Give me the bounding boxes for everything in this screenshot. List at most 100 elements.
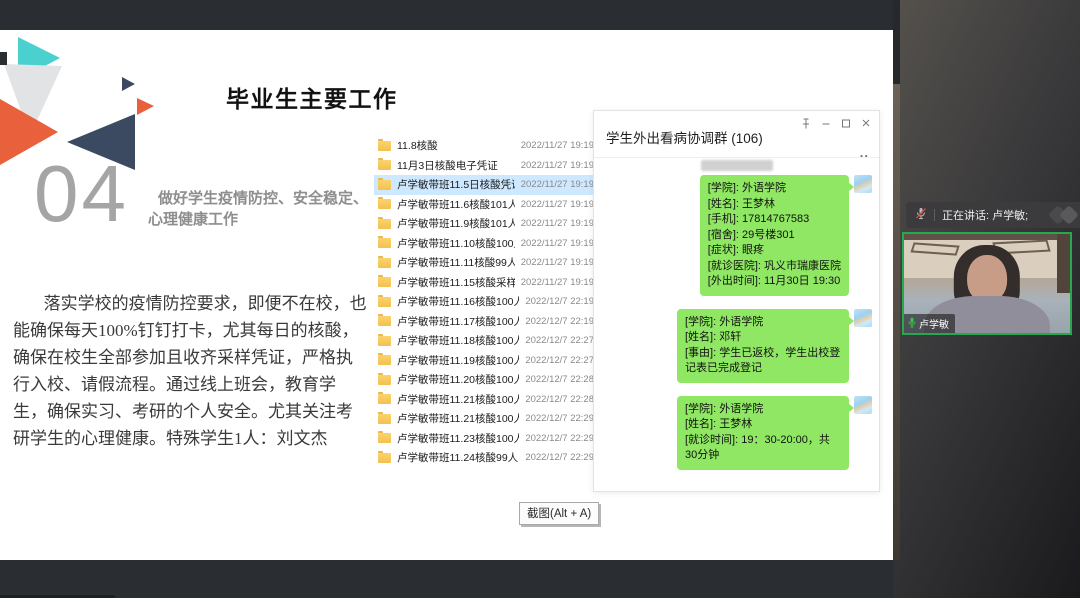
avatar[interactable] <box>854 396 872 414</box>
file-name: 卢学敏带班11.21核酸100人 <box>397 392 519 407</box>
speaking-label: 正在讲话: 卢学敏; <box>942 207 1028 223</box>
file-name: 卢学敏带班11.23核酸100人 <box>397 431 519 446</box>
file-name: 卢学敏带班11.15核酸采样图 <box>397 275 515 290</box>
sidebar-notch <box>893 0 900 84</box>
folder-icon <box>378 277 391 287</box>
file-row[interactable]: 卢学敏带班11.21核酸100人2022/12/7 22:28 <box>374 390 597 410</box>
pin-icon[interactable] <box>801 118 811 129</box>
file-row[interactable]: 卢学敏带班11.19核酸100人 2022/12/7 22:27 <box>374 351 597 371</box>
file-row[interactable]: 卢学敏带班11.5日核酸凭证101人 2022/11/27 19:19 <box>374 175 597 195</box>
file-list: 11.8核酸2022/11/27 19:1911月3日核酸电子凭证2022/11… <box>374 136 597 468</box>
file-name: 卢学敏带班11.21核酸100人 - 副本 (3) <box>397 411 519 426</box>
meeting-sidebar: 正在讲话: 卢学敏; 卢学敏 <box>893 0 1080 598</box>
close-icon[interactable] <box>861 118 871 129</box>
folder-icon <box>378 414 391 424</box>
file-row[interactable]: 11月3日核酸电子凭证2022/11/27 19:19 <box>374 156 597 176</box>
file-date: 2022/11/27 19:19 <box>521 140 594 151</box>
file-row[interactable]: 11.8核酸2022/11/27 19:19 <box>374 136 597 156</box>
folder-icon <box>378 238 391 248</box>
chat-bubble[interactable]: [学院]: 外语学院[姓名]: 邓轩[事由]: 学生已返校，学生出校登记表已完成… <box>677 309 849 383</box>
section-title-line2: 心理健康工作 <box>148 209 398 230</box>
participant-name: 卢学敏 <box>919 316 949 331</box>
file-name: 卢学敏带班11.19核酸100人 <box>397 353 519 368</box>
file-row[interactable]: 卢学敏带班11.23核酸100人 2022/12/7 22:29 <box>374 429 597 449</box>
file-row[interactable]: 卢学敏带班11.16核酸100人 2022/12/7 22:19 <box>374 292 597 312</box>
file-name: 卢学敏带班11.6核酸101人 <box>397 197 515 212</box>
file-row[interactable]: 卢学敏带班11.20核酸100人 - 2022/12/7 22:28 <box>374 370 597 390</box>
folder-icon <box>378 160 391 170</box>
redacted-notice <box>701 160 773 171</box>
screenshot-button[interactable]: 截图(Alt + A) <box>519 502 599 525</box>
file-date: 2022/12/7 22:27 <box>525 355 594 366</box>
file-name: 卢学敏带班11.10核酸100人 <box>397 236 515 251</box>
chat-bubble[interactable]: [学院]: 外语学院[姓名]: 王梦林[手机]: 17814767583[宿舍]… <box>700 175 849 296</box>
file-date: 2022/11/27 19:19 <box>521 277 594 288</box>
folder-icon <box>378 199 391 209</box>
file-date: 2022/12/7 22:27 <box>525 335 594 346</box>
mic-muted-icon <box>915 207 927 223</box>
file-date: 2022/12/7 22:29 <box>525 413 594 424</box>
file-row[interactable]: 卢学敏带班11.10核酸100人 2022/11/27 19:19 <box>374 234 597 254</box>
slide-title: 毕业生主要工作 <box>226 80 398 114</box>
file-row[interactable]: 卢学敏带班11.11核酸99人、1人校外 2022/11/27 19:19 <box>374 253 597 273</box>
file-name: 卢学敏带班11.18核酸100人 <box>397 333 519 348</box>
folder-icon <box>378 219 391 229</box>
sidebar-edge-strip <box>893 84 900 560</box>
folder-icon <box>378 355 391 365</box>
chat-message: [学院]: 外语学院[姓名]: 王梦林[手机]: 17814767583[宿舍]… <box>700 175 872 296</box>
participant-name-tag: 卢学敏 <box>904 314 955 333</box>
folder-icon <box>378 453 391 463</box>
avatar[interactable] <box>854 175 872 193</box>
maximize-icon[interactable] <box>841 118 851 129</box>
chat-window-controls <box>801 118 871 129</box>
room-pillar <box>1057 234 1070 293</box>
file-date: 2022/12/7 22:19 <box>525 296 594 307</box>
file-name: 卢学敏带班11.24核酸99人 <box>397 450 519 465</box>
divider <box>934 209 935 221</box>
file-date: 2022/12/7 22:28 <box>525 374 594 385</box>
folder-icon <box>378 394 391 404</box>
file-row[interactable]: 卢学敏带班11.9核酸101人 2022/11/27 19:19 <box>374 214 597 234</box>
file-date: 2022/12/7 22:29 <box>525 433 594 444</box>
folder-icon <box>378 180 391 190</box>
file-row[interactable]: 卢学敏带班11.6核酸101人2022/11/27 19:19 <box>374 195 597 215</box>
chat-message: [学院]: 外语学院[姓名]: 王梦林[就诊时间]: 19：30-20:00，共… <box>677 396 872 470</box>
folder-icon <box>378 336 391 346</box>
folder-icon <box>378 141 391 151</box>
file-name: 卢学敏带班11.9核酸101人 <box>397 216 515 231</box>
section-title: 做好学生疫情防控、安全稳定、 心理健康工作 <box>148 188 398 230</box>
speaking-status-bar: 正在讲话: 卢学敏; <box>906 202 1080 228</box>
minimize-icon[interactable] <box>821 118 831 129</box>
file-row[interactable]: 卢学敏带班11.15核酸采样图 2022/11/27 19:19 <box>374 273 597 293</box>
file-name: 卢学敏带班11.5日核酸凭证101人 <box>397 177 515 192</box>
participant-video-tile[interactable]: 卢学敏 <box>902 232 1072 335</box>
file-row[interactable]: 卢学敏带班11.17核酸100人 2022/12/7 22:19 <box>374 312 597 332</box>
file-date: 2022/11/27 19:19 <box>521 179 594 190</box>
slide-edge-tab <box>0 52 7 65</box>
shared-screen-slide: 毕业生主要工作 04 做好学生疫情防控、安全稳定、 心理健康工作 落实学校的疫情… <box>0 30 893 560</box>
file-date: 2022/11/27 19:19 <box>521 160 594 171</box>
folder-icon <box>378 258 391 268</box>
file-name: 卢学敏带班11.11核酸99人、1人校外 <box>397 255 515 270</box>
mic-on-icon <box>908 317 916 331</box>
file-name: 卢学敏带班11.20核酸100人 - <box>397 372 519 387</box>
slide-body-text: 落实学校的疫情防控要求，即便不在校，也能确保每天100%钉钉打卡，尤其每日的核酸… <box>13 290 367 452</box>
chat-window: 学生外出看病协调群 (106) .. [学院]: 外语学院[姓名]: 王梦林[手… <box>593 110 880 492</box>
file-date: 2022/12/7 22:19 <box>525 316 594 327</box>
avatar[interactable] <box>854 309 872 327</box>
folder-icon <box>378 375 391 385</box>
meeting-watermark-logo <box>1049 205 1080 225</box>
file-date: 2022/11/27 19:19 <box>521 218 594 229</box>
file-date: 2022/12/7 22:29 <box>525 452 594 463</box>
section-number: 04 <box>34 154 129 234</box>
file-row[interactable]: 卢学敏带班11.21核酸100人 - 副本 (3) 2022/12/7 22:29 <box>374 409 597 429</box>
chat-bubble[interactable]: [学院]: 外语学院[姓名]: 王梦林[就诊时间]: 19：30-20:00，共… <box>677 396 849 470</box>
file-date: 2022/11/27 19:19 <box>521 238 594 249</box>
file-name: 卢学敏带班11.16核酸100人 <box>397 294 519 309</box>
section-title-line1: 做好学生疫情防控、安全稳定、 <box>148 188 398 209</box>
file-name: 卢学敏带班11.17核酸100人 <box>397 314 519 329</box>
file-row[interactable]: 卢学敏带班11.24核酸99人 2022/12/7 22:29 <box>374 448 597 468</box>
file-date: 2022/11/27 19:19 <box>521 257 594 268</box>
file-row[interactable]: 卢学敏带班11.18核酸100人 2022/12/7 22:27 <box>374 331 597 351</box>
folder-icon <box>378 316 391 326</box>
